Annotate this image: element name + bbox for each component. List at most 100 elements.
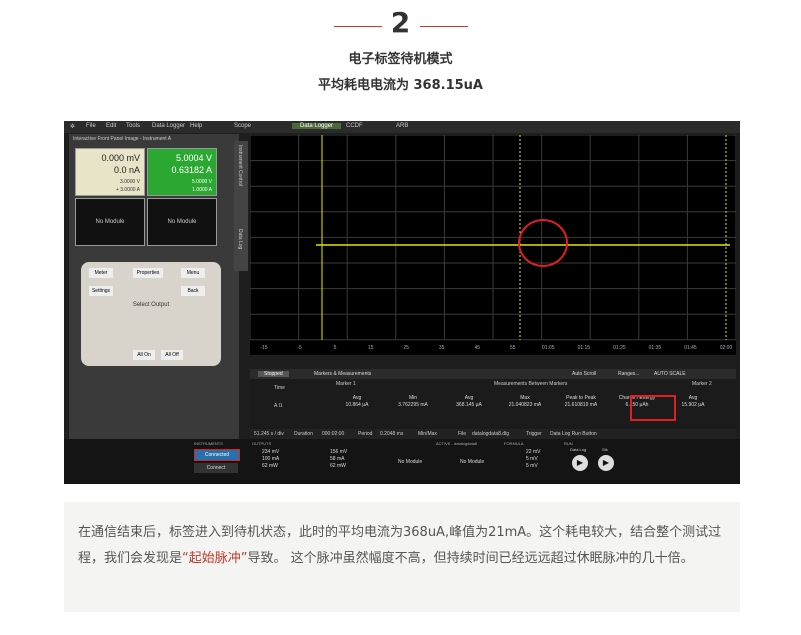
bottom-bar: INSTRUMENTS Connected Connect OUTPUTS 23… [64,439,740,484]
formula-1: 22 mV [526,449,541,455]
all-on-button[interactable]: All On [133,350,155,360]
measurements-toolbar: Stopped Markers & Measurements Auto Scro… [250,369,736,379]
tab-data-logger[interactable]: Data Logger [292,123,342,129]
app-logo-icon: ✲ [70,124,76,130]
output-2-readings: 156 mV 58 mA 62 mW [330,449,347,470]
run-play-icon-2[interactable]: ▶ [598,455,614,471]
menu-tools[interactable]: Tools [126,123,140,129]
highlight-box [630,395,676,421]
section-title: 电子标签待机模式 [348,52,453,67]
menu-file[interactable]: File [86,123,96,129]
minmax-toggle[interactable]: Min/Max [418,431,437,437]
menu-edit[interactable]: Edit [106,123,116,129]
row-channel: A I1 [274,403,283,409]
menu-button[interactable]: Menu [181,268,205,278]
settings-button[interactable]: Settings [89,286,113,296]
x-tick-label: -5 [297,345,302,351]
instruments-label: INSTRUMENTS [194,441,223,446]
side-tab-strip: Instrument Control Data Log [234,141,248,271]
auto-scale-button[interactable]: AUTO SCALE [654,371,686,377]
status-trigger-label: Trigger [526,431,542,437]
stopped-tab[interactable]: Stopped [258,371,289,377]
output-3-label: No Module [398,459,423,465]
measurement-label: Max [520,395,530,401]
data-log-label: Data Log [570,447,587,452]
ch2-set-i: 1.0000 A [192,187,212,193]
status-duration[interactable]: 000:02:00 [322,431,344,437]
status-file[interactable]: datalogdata8.dlg [472,431,509,437]
x-tick-label: 01:05 [542,345,555,351]
status-trigger[interactable]: Data Log Run Button [550,431,597,437]
menu-bar: ✲ File Edit Tools Data Logger Help Scope… [64,121,740,133]
formula-3: 5 mV [526,463,538,469]
run-label: RUN [564,441,573,446]
formula-label: FORMULA [504,441,524,446]
out2-voltage: 156 mV [330,449,348,455]
measurement-cell: Max 21.040823 mA [500,395,550,409]
status-strip: 51.245 s / div Duration 000:02:00 Period… [250,429,736,439]
col-marker-2: Marker 2 [692,381,712,387]
menu-data-logger[interactable]: Data Logger [152,123,185,129]
out1-voltage: 234 mV [262,449,280,455]
highlight-circle [518,219,568,267]
tab-instrument-control[interactable]: Instrument Control [237,145,243,186]
measurement-value: 3.762295 mA [398,402,428,408]
ch3-label: No Module [95,219,125,225]
tab-ccdf[interactable]: CCDF [346,123,363,129]
ch2-set-v: 5.0000 V [191,179,212,185]
connect-button[interactable]: Connect [194,463,238,473]
x-tick-label: 5 [334,345,337,351]
tab-scope[interactable]: Scope [234,123,251,129]
channel-1-display[interactable]: 0.000 mV 0.0 nA 3.0000 V + 3.0000 A [75,148,145,196]
output-4-label: No Module [460,459,485,465]
out1-power: 62 mW [262,463,278,469]
measurement-cell: Avg 368.145 μA [444,395,494,409]
status-rate: 51.245 s / div [254,431,284,437]
status-period[interactable]: 0.2048 ms [380,431,403,437]
front-panel: Interactive Front Panel Image - Instrume… [69,134,239,484]
run-play-icon[interactable]: ▶ [572,455,588,471]
channel-4-display[interactable]: No Module [147,198,217,246]
auto-scroll-toggle[interactable]: Auto Scroll [572,371,596,377]
connected-button[interactable]: Connected [194,449,240,461]
ch1-current: 0.0 nA [113,165,140,175]
stop-label: Stk [602,447,608,452]
measurements-title: Markers & Measurements [314,371,372,377]
section-subtitle: 平均耗电电流为 368.15uA [317,78,483,93]
channel-3-display[interactable]: No Module [75,198,145,246]
ch1-voltage: 0.000 mV [101,153,140,163]
status-duration-label: Duration [294,431,313,437]
formula-2: 5 mV [526,456,538,462]
measurement-label: Avg [464,395,474,401]
properties-button[interactable]: Properties [133,268,163,278]
all-off-button[interactable]: All Off [161,350,183,360]
x-tick-label: -15 [260,345,267,351]
out2-power: 62 mW [330,463,346,469]
x-tick-labels: -15 -5 5 15 25 35 45 55 01:05 01:15 01:25 01:35 01:4… [260,345,732,351]
select-output-label: Select Output [132,302,170,308]
measurement-value: 368.145 μA [456,402,482,408]
menu-help[interactable]: Help [190,123,202,129]
ch2-voltage: 5.0004 V [175,153,212,163]
ranges-button[interactable]: Ranges... [618,371,639,377]
front-panel-title: Interactive Front Panel Image - Instrume… [73,136,172,142]
col-marker-1: Marker 1 [336,381,356,387]
x-tick-label: 01:25 [613,345,626,351]
caption-highlight: “起始脉冲” [182,551,248,566]
col-time: Time [274,385,285,391]
x-tick-label: 01:35 [649,345,662,351]
caption-box: 在通信结束后，标签进入到待机状态，此时的平均电流为368uA,峰值为21mA。这… [64,502,740,612]
caption-text: 在通信结束后，标签进入到待机状态，此时的平均电流为368uA,峰值为21mA。这… [78,520,728,572]
tab-data-log[interactable]: Data Log [237,229,243,249]
x-tick-label: 55 [510,345,516,351]
meter-button[interactable]: Meter [89,268,113,278]
tab-arb[interactable]: ARB [396,123,408,129]
data-log-plot[interactable]: -15 -5 5 15 25 35 45 55 01:05 01:15 01:25 01:35 01:4… [249,134,737,355]
col-between-markers: Measurements Between Markers [494,381,568,387]
section-number: 2 [390,6,411,39]
x-tick-label: 35 [439,345,445,351]
channel-2-display[interactable]: 5.0004 V 0.63182 A 5.0000 V 1.0000 A [147,148,217,196]
out2-current: 58 mA [330,456,345,462]
back-button[interactable]: Back [181,286,205,296]
ch1-set-i: + 3.0000 A [115,187,140,193]
